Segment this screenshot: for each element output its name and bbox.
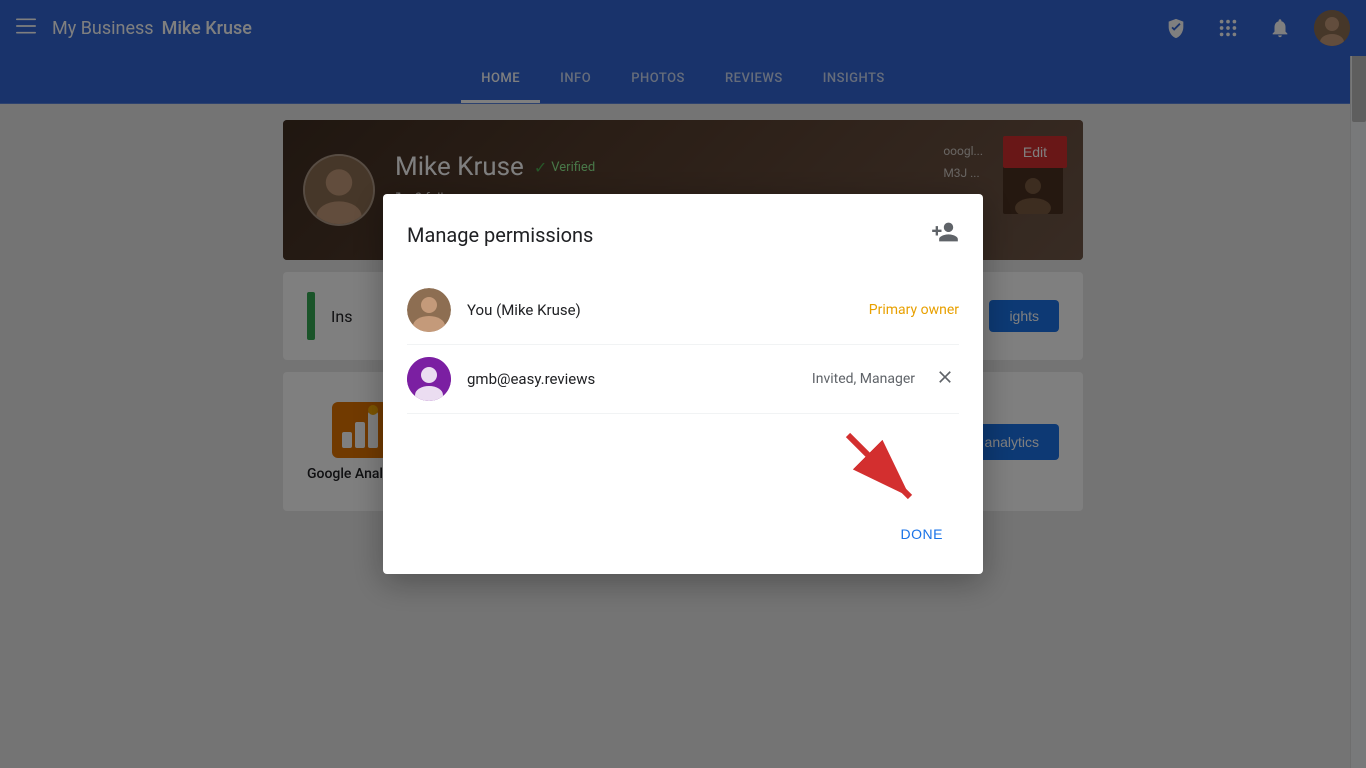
permission-row-manager: gmb@easy.reviews Invited, Manager [407, 345, 959, 414]
dialog-footer: DONE [885, 518, 959, 550]
manage-permissions-dialog: Manage permissions You (Mike Kruse) Prim… [383, 194, 983, 574]
owner-name: You (Mike Kruse) [467, 301, 853, 319]
manager-role: Invited, Manager [812, 371, 915, 387]
add-user-icon[interactable] [931, 218, 959, 252]
manager-name: gmb@easy.reviews [467, 370, 796, 388]
owner-avatar [407, 288, 451, 332]
manager-avatar [407, 357, 451, 401]
dialog-title: Manage permissions [407, 223, 593, 247]
permission-row-owner: You (Mike Kruse) Primary owner [407, 276, 959, 345]
done-button[interactable]: DONE [885, 518, 959, 550]
dialog-overlay: Manage permissions You (Mike Kruse) Prim… [0, 0, 1366, 768]
red-arrow-annotation [838, 425, 928, 519]
owner-role: Primary owner [869, 302, 959, 318]
remove-manager-button[interactable] [931, 363, 959, 396]
dialog-header: Manage permissions [407, 218, 959, 252]
